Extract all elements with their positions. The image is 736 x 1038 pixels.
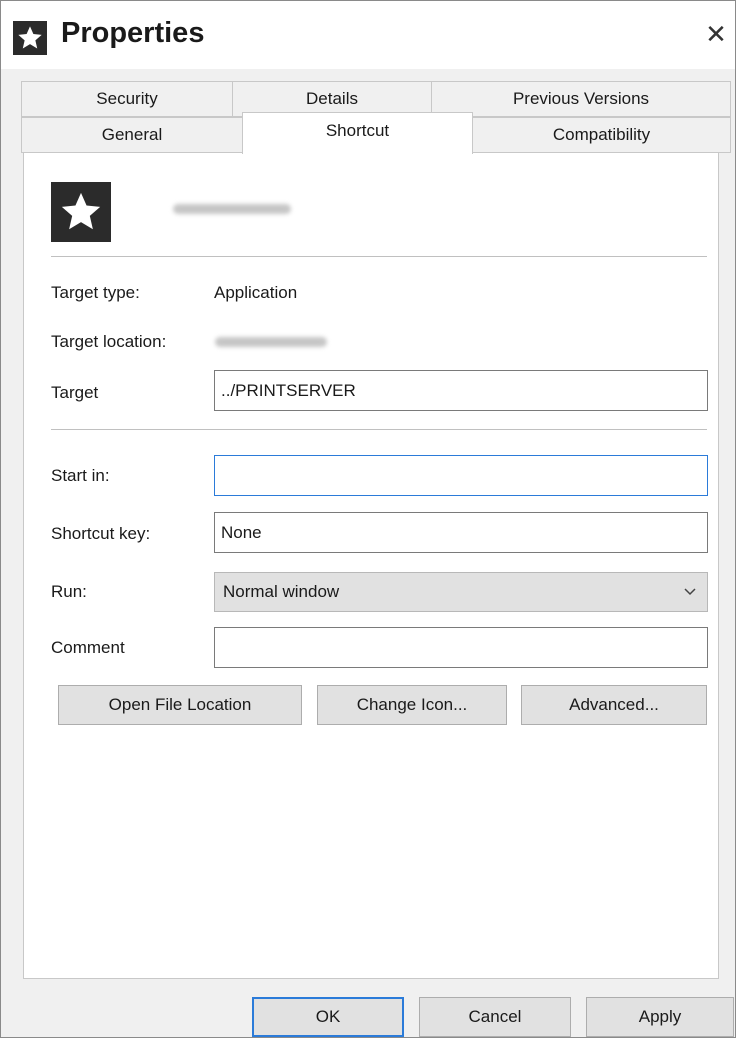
shortcut-panel xyxy=(23,152,719,979)
target-location-label: Target location: xyxy=(51,332,167,351)
star-icon xyxy=(13,21,47,55)
tab-general[interactable]: General xyxy=(21,117,243,153)
shortcut-key-field[interactable] xyxy=(214,512,708,553)
separator xyxy=(51,429,707,430)
advanced-button[interactable]: Advanced... xyxy=(521,685,707,725)
ok-button[interactable]: OK xyxy=(252,997,404,1037)
open-file-location-button[interactable]: Open File Location xyxy=(58,685,302,725)
comment-field[interactable] xyxy=(214,627,708,668)
run-select[interactable]: Normal window xyxy=(214,572,708,612)
start-in-label: Start in: xyxy=(51,466,110,485)
tab-previous-versions[interactable]: Previous Versions xyxy=(431,81,731,117)
change-icon-button[interactable]: Change Icon... xyxy=(317,685,507,725)
target-type-label: Target type: xyxy=(51,283,140,302)
star-icon xyxy=(51,182,111,242)
target-location-redacted xyxy=(215,337,327,347)
shortcut-key-label: Shortcut key: xyxy=(51,524,151,543)
cancel-button[interactable]: Cancel xyxy=(419,997,571,1037)
close-icon[interactable]: ✕ xyxy=(699,17,733,51)
start-in-field[interactable] xyxy=(214,455,708,496)
window-title: Properties xyxy=(61,17,205,49)
separator xyxy=(51,256,707,257)
run-select-value: Normal window xyxy=(223,582,340,601)
tab-shortcut[interactable]: Shortcut xyxy=(242,112,473,154)
run-label: Run: xyxy=(51,582,87,601)
chevron-down-icon xyxy=(683,573,697,626)
target-type-value: Application xyxy=(214,283,298,302)
properties-dialog: Properties ✕ Security Details Previous V… xyxy=(0,0,736,1038)
shortcut-name-redacted xyxy=(173,204,291,214)
tab-compatibility[interactable]: Compatibility xyxy=(472,117,731,153)
title-bar: Properties ✕ xyxy=(1,1,735,69)
apply-button[interactable]: Apply xyxy=(586,997,734,1037)
target-field[interactable] xyxy=(214,370,708,411)
tab-security[interactable]: Security xyxy=(21,81,233,117)
target-label: Target xyxy=(51,383,99,402)
comment-label: Comment xyxy=(51,638,125,657)
